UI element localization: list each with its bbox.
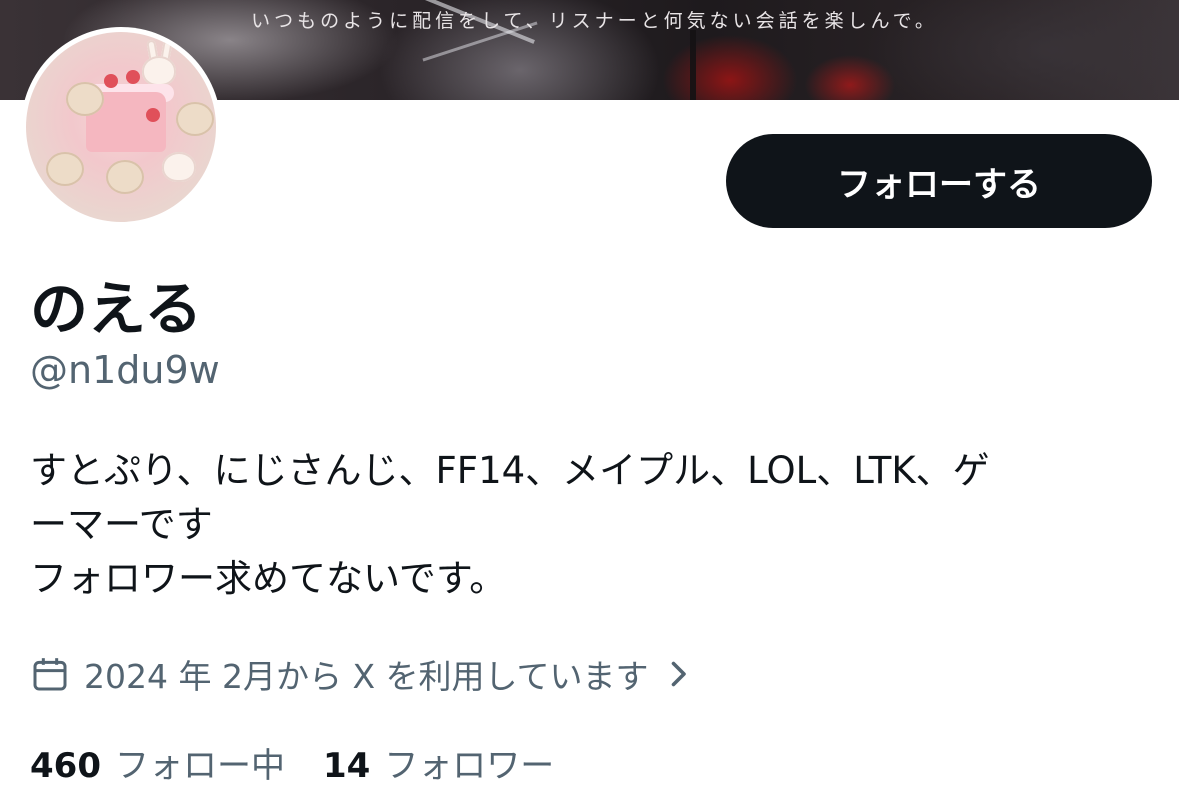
followers-label: フォロワー — [384, 746, 555, 786]
follow-stats: 460 フォロー中 14 フォロワー — [30, 738, 592, 787]
chevron-right-icon — [671, 661, 686, 687]
joined-date-text: 2024 年 2月から X を利用しています — [84, 657, 649, 696]
followers-count: 14 — [322, 746, 371, 786]
user-handle: @n1du9w — [30, 348, 220, 392]
bunny-figure — [162, 152, 196, 182]
follow-button[interactable]: フォローする — [726, 134, 1152, 228]
calendar-icon — [33, 658, 67, 691]
avatar-image — [26, 32, 216, 222]
hamster-figure — [106, 160, 144, 194]
followers-link[interactable]: 14 フォロワー — [323, 738, 554, 787]
bio-line: ーマーです — [30, 503, 213, 546]
banner-caption: いつものように配信をして、リスナーと何気ない会話を楽しんで。 — [251, 10, 938, 32]
following-label: フォロー中 — [114, 746, 285, 786]
hamster-figure — [176, 102, 214, 136]
following-link[interactable]: 460 フォロー中 — [30, 738, 285, 787]
bio-line: フォロワー求めてないです。 — [30, 557, 507, 600]
display-name: のえる — [30, 275, 203, 343]
joined-date-row[interactable]: 2024 年 2月から X を利用しています — [30, 650, 689, 698]
strawberry — [104, 74, 118, 88]
bunny-figure — [142, 56, 176, 86]
profile-bio: すとぷり、にじさんじ、FF14、メイプル、LOL、LTK、ゲ ーマーです フォロ… — [30, 444, 1160, 606]
bio-line: すとぷり、にじさんじ、FF14、メイプル、LOL、LTK、ゲ — [30, 449, 990, 492]
hamster-figure — [66, 82, 104, 116]
hamster-figure — [46, 152, 84, 186]
strawberry — [126, 70, 140, 84]
strawberry — [146, 108, 160, 122]
following-count: 460 — [30, 746, 101, 786]
banner-art — [690, 30, 696, 100]
avatar[interactable] — [21, 27, 221, 227]
